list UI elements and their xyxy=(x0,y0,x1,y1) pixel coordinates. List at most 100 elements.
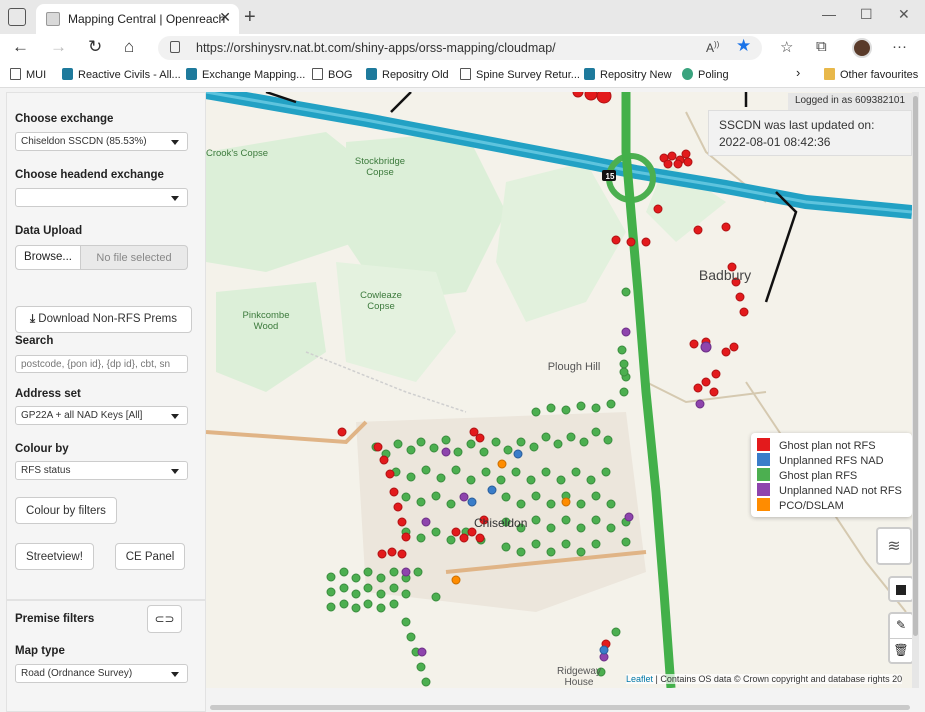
sharepoint-icon xyxy=(584,68,595,80)
map-label-crooks-copse: Crook's Copse xyxy=(206,148,269,159)
legend-swatch xyxy=(757,483,770,496)
square-icon xyxy=(896,585,906,595)
favourite-item[interactable]: Repositry New xyxy=(584,68,672,81)
edit-layers-icon[interactable]: ✎ xyxy=(890,614,912,639)
colour-by-select[interactable]: RFS status xyxy=(15,461,188,480)
home-icon[interactable]: ⌂ xyxy=(124,37,134,57)
last-updated-panel: SSCDN was last updated on: 2022-08-01 08… xyxy=(708,110,912,156)
folder-icon xyxy=(824,68,835,80)
page-icon xyxy=(312,68,323,80)
layers-icon: ≋ xyxy=(887,538,901,555)
maximize-icon[interactable]: ☐ xyxy=(860,6,873,23)
toggle-icon: ⊂⊃ xyxy=(154,612,175,626)
other-favourites[interactable]: Other favourites xyxy=(824,68,918,81)
back-icon[interactable]: ← xyxy=(12,37,29,57)
colour-by-label: Colour by xyxy=(15,443,69,455)
vertical-scrollbar[interactable] xyxy=(912,92,919,688)
favourite-star-icon[interactable]: ★ xyxy=(736,36,751,56)
logged-in-badge: Logged in as 609382101 xyxy=(788,93,912,110)
headend-exchange-select[interactable] xyxy=(15,188,188,207)
map-label-badbury: Badbury xyxy=(698,267,752,283)
map-label-cowleaze: Cowleaze Copse xyxy=(360,290,402,312)
map-view[interactable]: 15 Crook's Copse Stockbridge Copse Cowle… xyxy=(206,92,912,688)
layers-control[interactable]: ≋ xyxy=(876,527,912,565)
premise-filters-toggle[interactable]: ⊂⊃ xyxy=(147,605,182,633)
boundary-line xyxy=(764,191,798,303)
legend-swatch xyxy=(757,498,770,511)
premise-filters-label: Premise filters xyxy=(15,613,95,625)
choose-exchange-select[interactable]: Chiseldon SSCDN (85.53%) xyxy=(15,132,188,151)
url-text[interactable]: https://orshinysrv.nat.bt.com/shiny-apps… xyxy=(196,41,556,55)
colour-by-value: RFS status xyxy=(21,465,71,476)
favourite-item[interactable]: MUI xyxy=(10,68,46,81)
last-updated-line1: SSCDN was last updated on: xyxy=(719,118,875,132)
favourites-bar: MUI Reactive Civils - All... Exchange Ma… xyxy=(0,62,925,88)
map-type-label: Map type xyxy=(15,645,65,657)
favourite-item[interactable]: Exchange Mapping... xyxy=(186,68,305,81)
chevron-right-icon[interactable]: › xyxy=(796,65,800,80)
headend-exchange-label: Choose headend exchange xyxy=(15,169,164,181)
address-set-label: Address set xyxy=(15,388,81,400)
map-canvas[interactable] xyxy=(206,92,912,688)
profile-avatar[interactable] xyxy=(852,38,872,58)
caret-down-icon xyxy=(171,140,179,145)
legend-item: Ghost plan not RFS xyxy=(757,438,906,453)
edit-controls: ✎ 🗑 xyxy=(888,612,912,664)
legend-swatch xyxy=(757,453,770,466)
draw-rectangle-button[interactable] xyxy=(888,576,912,602)
legend-item: Unplanned RFS NAD xyxy=(757,453,906,468)
no-file-selected: No file selected xyxy=(81,245,188,270)
minimize-icon[interactable]: — xyxy=(822,6,836,22)
scrollbar-thumb[interactable] xyxy=(913,96,918,636)
lock-icon[interactable] xyxy=(170,41,180,53)
app-icon xyxy=(682,68,693,80)
sharepoint-icon xyxy=(366,68,377,80)
colour-by-filters-button[interactable]: Colour by filters xyxy=(15,497,117,524)
horizontal-scrollbar[interactable] xyxy=(210,705,910,710)
address-set-value: GP22A + all NAD Keys [All] xyxy=(21,410,143,421)
streetview-button[interactable]: Streetview! xyxy=(15,543,94,570)
attribution-text: | Contains OS data © Crown copyright and… xyxy=(653,674,903,684)
map-attribution: Leaflet | Contains OS data © Crown copyr… xyxy=(626,674,903,684)
collections-icon[interactable]: ⧉ xyxy=(816,38,827,55)
search-label: Search xyxy=(15,335,54,347)
address-set-select[interactable]: GP22A + all NAD Keys [All] xyxy=(15,406,188,425)
favourite-item[interactable]: Repositry Old xyxy=(366,68,449,81)
download-non-rfs-button[interactable]: ⤓ Download Non-RFS Prems xyxy=(15,306,192,333)
read-aloud-icon[interactable]: A)) xyxy=(706,40,719,55)
map-label-pinkcombe: Pinkcombe Wood xyxy=(242,310,290,332)
browse-button[interactable]: Browse... xyxy=(15,245,81,270)
tab-actions-icon[interactable] xyxy=(8,8,26,26)
favourite-item[interactable]: Poling xyxy=(682,68,729,81)
page-icon xyxy=(10,68,21,80)
favourites-icon[interactable]: ☆ xyxy=(780,38,793,56)
more-menu-icon[interactable]: ··· xyxy=(892,38,907,55)
favourite-item[interactable]: Reactive Civils - All... xyxy=(62,68,181,81)
tab-favicon-icon xyxy=(46,12,60,26)
map-type-select[interactable]: Road (Ordnance Survey) xyxy=(15,664,188,683)
choose-exchange-label: Choose exchange xyxy=(15,113,114,125)
legend-item: Unplanned NAD not RFS xyxy=(757,483,906,498)
browser-tab[interactable]: Mapping Central | Openreach ✕ xyxy=(36,4,239,34)
url-field[interactable]: https://orshinysrv.nat.bt.com/shiny-apps… xyxy=(158,36,762,60)
map-label-plough-hill: Plough Hill xyxy=(547,361,601,373)
sharepoint-icon xyxy=(62,68,73,80)
forward-icon[interactable]: → xyxy=(50,37,67,57)
premise-filters-panel: Premise filters ⊂⊃ Map type Road (Ordnan… xyxy=(6,600,206,712)
download-icon: ⤓ xyxy=(30,313,36,325)
page-icon xyxy=(460,68,471,80)
search-input[interactable] xyxy=(15,355,188,373)
refresh-icon[interactable]: ↻ xyxy=(88,37,102,57)
horizontal-scrollbar-area xyxy=(206,688,919,712)
delete-layers-icon[interactable]: 🗑 xyxy=(890,639,912,664)
boundary-line xyxy=(390,92,412,113)
close-window-icon[interactable]: ✕ xyxy=(898,6,910,23)
map-label-stockbridge: Stockbridge Copse xyxy=(354,156,406,178)
new-tab-icon[interactable]: + xyxy=(244,6,256,29)
favourite-item[interactable]: Spine Survey Retur... xyxy=(460,68,580,81)
leaflet-link[interactable]: Leaflet xyxy=(626,674,653,684)
ce-panel-button[interactable]: CE Panel xyxy=(115,543,185,570)
close-tab-icon[interactable]: ✕ xyxy=(219,9,231,26)
legend-swatch xyxy=(757,468,770,481)
favourite-item[interactable]: BOG xyxy=(312,68,352,81)
